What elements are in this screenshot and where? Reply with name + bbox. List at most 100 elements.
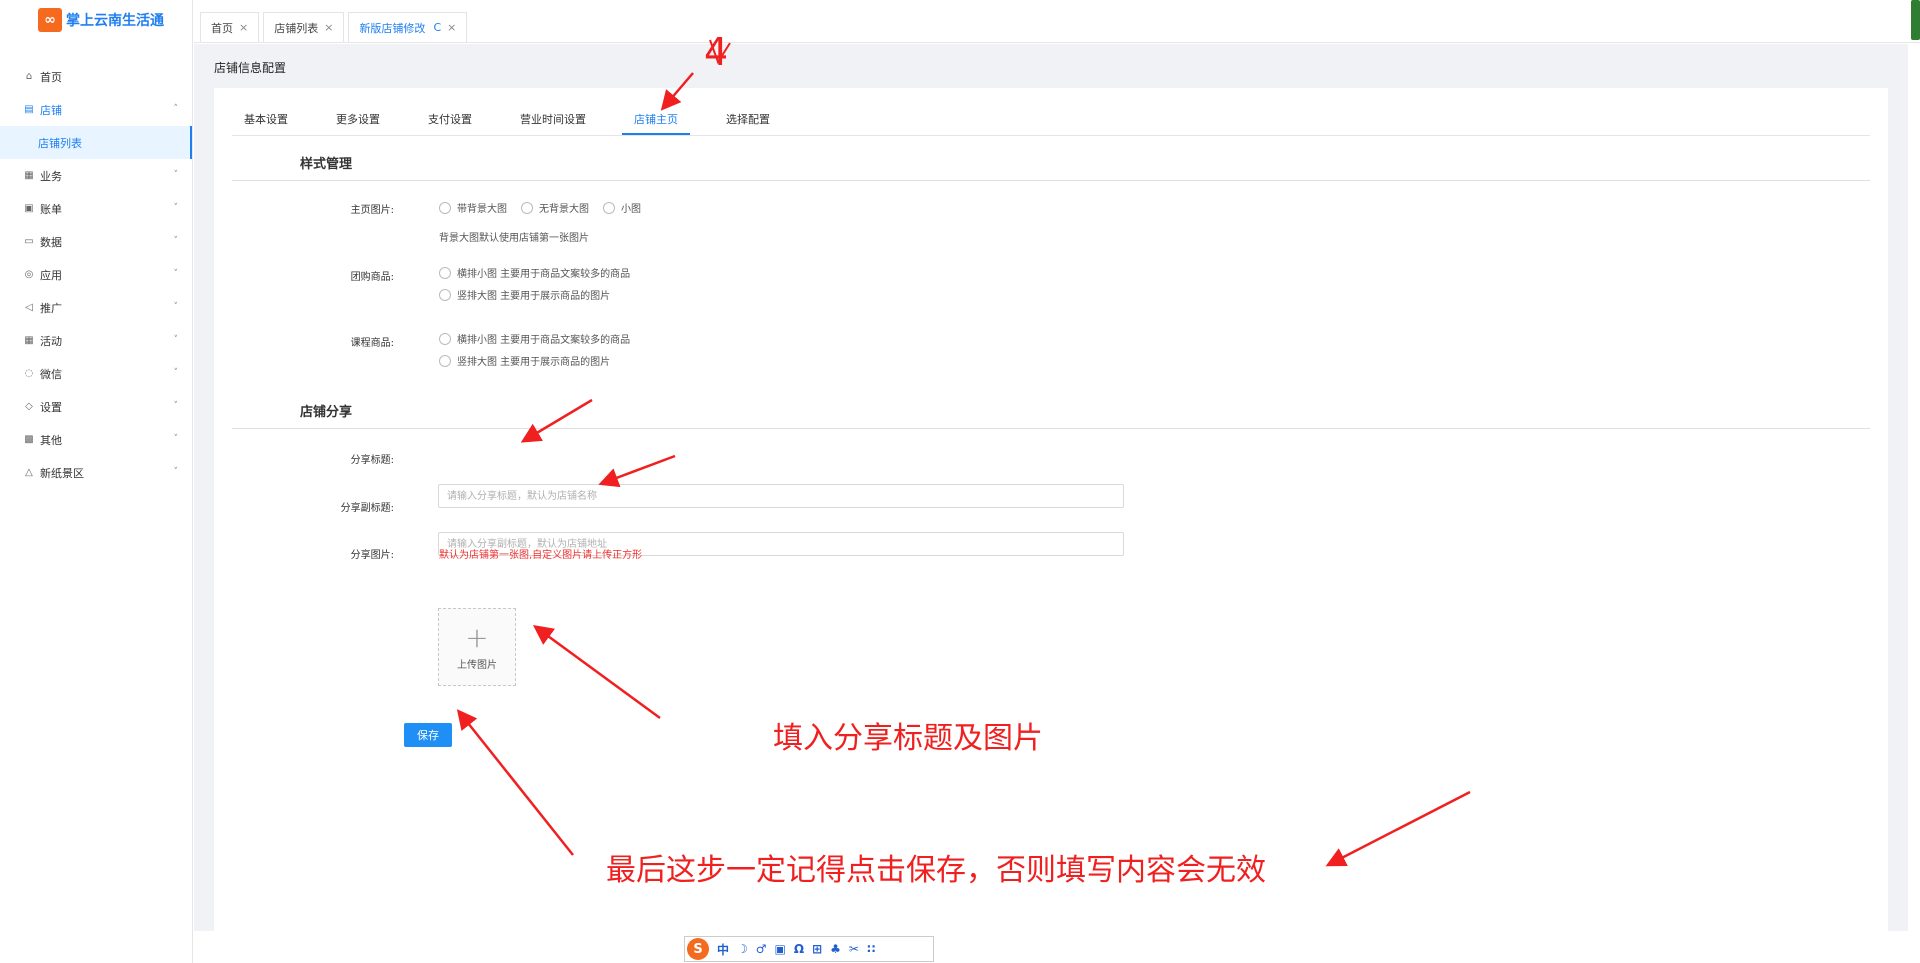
radio-bg-large[interactable]: 带背景大图 (439, 200, 507, 215)
shop-icon: ▤ (24, 104, 34, 115)
radio-no-bg-large[interactable]: 无背景大图 (521, 200, 589, 215)
tab-more-settings[interactable]: 更多设置 (324, 105, 392, 135)
chevron-down-icon: ˅ (173, 170, 179, 180)
sidebar-item-label: 业务 (40, 169, 62, 183)
tab-shop-homepage[interactable]: 店铺主页 (622, 105, 690, 135)
tab-select-config[interactable]: 选择配置 (714, 105, 782, 135)
sidebar-item-other[interactable]: ▩ 其他 ˅ (0, 423, 192, 456)
sidebar-item-shop[interactable]: ▤ 店铺 ˄ (0, 93, 192, 126)
group-goods-label: 团购商品: (350, 272, 394, 283)
ime-clipboard-icon[interactable]: ▣ (775, 942, 786, 956)
radio-icon[interactable] (439, 288, 451, 301)
ime-scissors-icon[interactable]: ✂ (849, 942, 859, 956)
sidebar-item-bill[interactable]: ▣ 账单 ˅ (0, 192, 192, 225)
ime-keyboard-icon[interactable]: ⊞ (812, 942, 822, 956)
radio-course-vertical-large[interactable]: 竖排大图 主要用于展示商品的图片 (439, 353, 610, 368)
activity-icon: ▦ (24, 335, 34, 346)
ime-user-icon[interactable]: ♣ (830, 942, 841, 956)
tab-shop-list[interactable]: 店铺列表 × (263, 12, 345, 42)
radio-icon[interactable] (603, 201, 615, 214)
course-goods-label: 课程商品: (350, 338, 394, 349)
sidebar-item-settings[interactable]: ◇ 设置 ˅ (0, 390, 192, 423)
chevron-down-icon: ˅ (173, 203, 179, 213)
tab-label: 首页 (211, 21, 233, 35)
radio-icon[interactable] (521, 201, 533, 214)
close-icon[interactable]: × (447, 21, 456, 34)
tab-hours-settings[interactable]: 营业时间设置 (508, 105, 598, 135)
sidebar-item-promote[interactable]: ◁ 推广 ˅ (0, 291, 192, 324)
ime-omega-icon[interactable]: Ω (794, 942, 804, 956)
ime-chinese-icon[interactable]: 中 (717, 941, 729, 958)
other-icon: ▩ (24, 434, 34, 445)
page-title: 店铺信息配置 (214, 61, 287, 75)
promote-icon: ◁ (25, 302, 33, 313)
ime-moon-icon[interactable]: ☽ (737, 942, 748, 956)
ime-mic-icon[interactable]: ♂ (756, 942, 767, 956)
chevron-down-icon: ˅ (173, 269, 179, 279)
share-title-input[interactable] (438, 484, 1124, 508)
radio-icon[interactable] (439, 354, 451, 367)
section-title-share: 店铺分享 (300, 405, 353, 420)
annotation-step-number: 4 (704, 30, 729, 74)
radio-course-horizontal-small[interactable]: 横排小图 主要用于商品文案较多的商品 (439, 331, 630, 346)
radio-group-horizontal-small[interactable]: 横排小图 主要用于商品文案较多的商品 (439, 265, 630, 280)
sidebar-item-data[interactable]: ▭ 数据 ˅ (0, 225, 192, 258)
main-image-radio-group: 带背景大图 无背景大图 小图 (439, 200, 655, 215)
business-icon: ▦ (24, 170, 34, 181)
sogou-logo-icon[interactable]: S (687, 938, 709, 960)
ime-grid-icon[interactable]: ∷ (867, 942, 875, 956)
bill-icon: ▣ (24, 203, 34, 214)
sidebar-item-activity[interactable]: ▦ 活动 ˅ (0, 324, 192, 357)
scrollbar[interactable] (1911, 0, 1920, 40)
radio-small[interactable]: 小图 (603, 200, 641, 215)
app-logo[interactable]: ∞ 掌上云南生活通 (0, 0, 192, 40)
chevron-down-icon: ˅ (173, 236, 179, 246)
ime-toolbar: S 中 ☽ ♂ ▣ Ω ⊞ ♣ ✂ ∷ (684, 936, 934, 962)
sidebar-item-scenic[interactable]: △ 新纸景区 ˅ (0, 456, 192, 489)
upload-label: 上传图片 (457, 659, 497, 671)
sidebar-item-business[interactable]: ▦ 业务 ˅ (0, 159, 192, 192)
main-image-hint: 背景大图默认使用店铺第一张图片 (439, 233, 589, 244)
save-button[interactable]: 保存 (404, 723, 452, 747)
sidebar-item-label: 其他 (40, 433, 62, 447)
chevron-down-icon: ˅ (173, 434, 179, 444)
sidebar-subitem-shop-list[interactable]: 店铺列表 (0, 126, 192, 159)
section-title-style: 样式管理 (300, 157, 353, 172)
wechat-icon: ◌ (24, 368, 34, 379)
close-icon[interactable]: × (239, 21, 248, 34)
sidebar-item-label: 首页 (40, 70, 62, 84)
settings-tabs: 基本设置 更多设置 支付设置 营业时间设置 店铺主页 选择配置 (232, 88, 1870, 136)
radio-icon[interactable] (439, 201, 451, 214)
app-title: 掌上云南生活通 (66, 13, 164, 29)
radio-icon[interactable] (439, 266, 451, 279)
sidebar-item-app[interactable]: ◎ 应用 ˅ (0, 258, 192, 291)
share-image-hint: 默认为店铺第一张图,自定义图片请上传正方形 (439, 550, 643, 561)
sidebar-item-label: 应用 (40, 268, 62, 282)
tab-home[interactable]: 首页 × (200, 12, 260, 42)
radio-group-vertical-large[interactable]: 竖排大图 主要用于展示商品的图片 (439, 287, 610, 302)
sidebar-item-label: 设置 (40, 400, 62, 414)
sidebar-item-wechat[interactable]: ◌ 微信 ˅ (0, 357, 192, 390)
chevron-up-icon: ˄ (173, 104, 179, 114)
sidebar-item-label: 推广 (40, 301, 62, 315)
close-icon[interactable]: × (324, 21, 333, 34)
radio-label: 横排小图 主要用于商品文案较多的商品 (457, 269, 631, 280)
tab-payment-settings[interactable]: 支付设置 (416, 105, 484, 135)
radio-icon[interactable] (439, 332, 451, 345)
upload-image-button[interactable]: + 上传图片 (438, 608, 516, 686)
share-image-label: 分享图片: (350, 550, 394, 561)
share-subtitle-label: 分享副标题: (340, 503, 394, 514)
tab-shop-edit[interactable]: 新版店铺修改 C × (348, 12, 468, 42)
plus-icon: + (465, 620, 489, 654)
sidebar-item-label: 店铺 (40, 103, 62, 117)
sidebar: ∞ 掌上云南生活通 ⌂ 首页 ▤ 店铺 ˄ 店铺列表 ▦ 业务 ˅ ▣ 账单 ˅… (0, 0, 193, 963)
chevron-down-icon: ˅ (173, 302, 179, 312)
refresh-icon[interactable]: C (433, 21, 441, 34)
annotation-save-hint: 最后这步一定记得点击保存，否则填写内容会无效 (606, 853, 1266, 888)
radio-label: 带背景大图 (457, 204, 507, 215)
sidebar-item-label: 新纸景区 (40, 466, 84, 480)
tab-basic-settings[interactable]: 基本设置 (232, 105, 300, 135)
sidebar-item-home[interactable]: ⌂ 首页 (0, 60, 192, 93)
tab-bar: 首页 × 店铺列表 × 新版店铺修改 C × (194, 0, 1920, 43)
settings-icon: ◇ (25, 401, 33, 412)
